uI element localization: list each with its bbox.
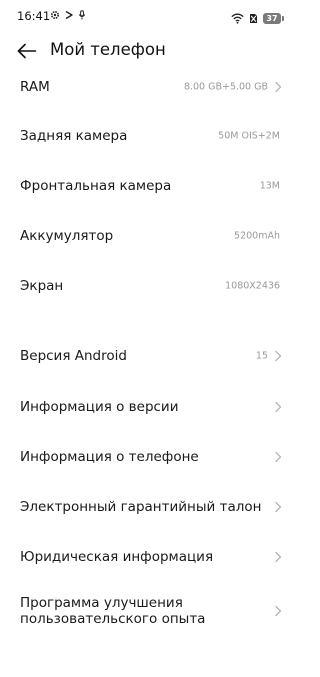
menu-item-value: 15 (255, 350, 268, 362)
spec-value: 5200mAh (234, 230, 280, 242)
menu-item-label: Информация о версии (20, 399, 179, 415)
spec-row-battery: Аккумулятор 5200mAh (0, 221, 300, 251)
menu-item-label: Электронный гарантийный талон (20, 499, 262, 515)
spec-label: Экран (20, 278, 64, 294)
chevron-right-icon (275, 605, 282, 617)
spec-label: RAM (20, 79, 50, 95)
chevron-right-icon (275, 551, 282, 563)
menu-item-label: Версия Android (20, 348, 127, 364)
chevron-right-icon (275, 451, 282, 463)
arrow-left-icon (17, 43, 37, 59)
menu-item-warranty-card[interactable]: Электронный гарантийный талон (0, 492, 300, 522)
status-icons-right: 37 (231, 9, 284, 28)
spec-row-screen: Экран 1080X2436 (0, 271, 300, 301)
app-header: Мой телефон (0, 36, 300, 66)
menu-item-legal-info[interactable]: Юридическая информация (0, 542, 300, 572)
chevron-right-icon (275, 501, 282, 513)
spec-value: 50M OIS+2M (218, 130, 280, 142)
spec-row-front-camera: Фронтальная камера 13M (0, 171, 300, 201)
microphone-icon (78, 10, 86, 20)
spec-value: 1080X2436 (225, 280, 280, 292)
menu-item-phone-info[interactable]: Информация о телефоне (0, 442, 300, 472)
sim-off-icon (249, 9, 258, 28)
spec-row-rear-camera: Задняя камера 50M OIS+2M (0, 121, 300, 151)
battery-icon: 37 (263, 13, 284, 24)
spec-label: Фронтальная камера (20, 178, 172, 194)
menu-item-android-version[interactable]: Версия Android 15 (0, 341, 300, 371)
play-arrow-icon (64, 10, 74, 20)
back-button[interactable] (14, 39, 40, 63)
chevron-right-icon (275, 81, 282, 93)
spec-label: Аккумулятор (20, 228, 114, 244)
status-time: 16:41 (17, 9, 51, 23)
menu-item-label: Юридическая информация (20, 549, 214, 565)
spec-value: 8.00 GB+5.00 GB (183, 81, 268, 93)
status-bar: 16:41 37 (0, 0, 300, 32)
chevron-right-icon (275, 401, 282, 413)
gear-icon (50, 10, 60, 20)
menu-item-label: Информация о телефоне (20, 449, 199, 465)
spec-label: Задняя камера (20, 128, 128, 144)
spec-row-ram: RAM 8.00 GB+5.00 GB (0, 72, 300, 102)
status-icons-left (50, 10, 86, 20)
spec-value: 13M (259, 180, 280, 192)
menu-item-user-experience-program[interactable]: Программа улучшения пользовательского оп… (0, 592, 300, 630)
wifi-icon (231, 9, 244, 28)
menu-item-version-info[interactable]: Информация о версии (0, 392, 300, 422)
battery-level: 37 (263, 13, 281, 24)
page-title: Мой телефон (50, 40, 166, 59)
chevron-right-icon (275, 350, 282, 362)
menu-item-label: Программа улучшения пользовательского оп… (20, 595, 206, 627)
